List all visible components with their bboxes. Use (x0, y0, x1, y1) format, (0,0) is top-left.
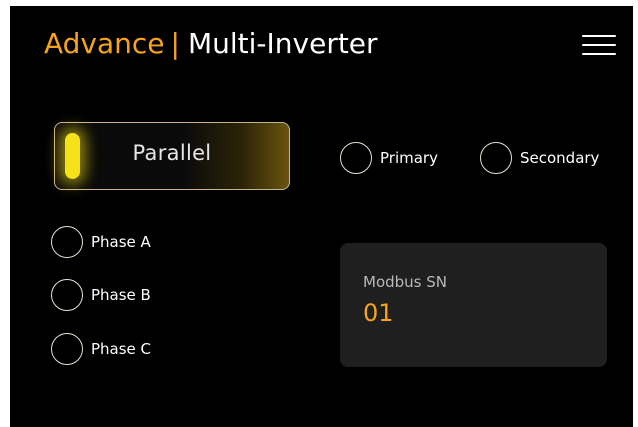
radio-secondary[interactable]: Secondary (480, 142, 599, 174)
radio-primary[interactable]: Primary (340, 142, 438, 174)
radio-phase-a[interactable]: Phase A (51, 226, 151, 258)
radio-circle-phase-b[interactable] (51, 279, 83, 311)
menu-bar-middle (582, 44, 616, 46)
modbus-sn-card[interactable]: Modbus SN 01 (340, 243, 607, 367)
radio-phase-c[interactable]: Phase C (51, 333, 151, 365)
hamburger-menu-icon[interactable] (582, 32, 616, 58)
section-label: Advance (44, 27, 165, 60)
radio-circle-phase-c[interactable] (51, 333, 83, 365)
radio-circle-secondary[interactable] (480, 142, 512, 174)
modbus-sn-label: Modbus SN (363, 273, 447, 291)
menu-bar-top (582, 35, 616, 37)
radio-label-primary: Primary (380, 149, 438, 167)
radio-circle-phase-a[interactable] (51, 226, 83, 258)
title-separator: | (170, 27, 180, 60)
parallel-mode-toggle[interactable]: Parallel (54, 122, 290, 190)
page-title-text: Multi-Inverter (187, 27, 378, 60)
app-screen: Advance | Multi-Inverter Parallel Primary … (10, 6, 633, 427)
radio-label-phase-b: Phase B (91, 286, 151, 304)
menu-bar-bottom (582, 53, 616, 55)
radio-label-secondary: Secondary (520, 149, 600, 167)
radio-phase-b[interactable]: Phase B (51, 279, 151, 311)
page-title: Advance | Multi-Inverter (44, 22, 378, 66)
radio-label-phase-c: Phase C (91, 340, 152, 358)
parallel-mode-label: Parallel (132, 141, 212, 165)
radio-label-phase-a: Phase A (91, 233, 151, 251)
modbus-sn-value: 01 (363, 299, 394, 327)
radio-circle-primary[interactable] (340, 142, 372, 174)
